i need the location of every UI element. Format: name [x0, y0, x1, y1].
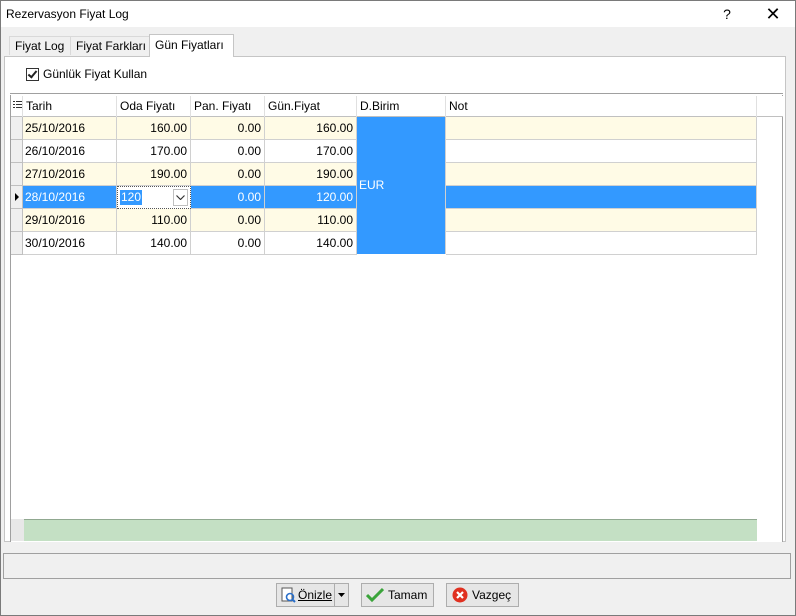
- editor-value[interactable]: 120: [120, 190, 143, 205]
- row-indicator[interactable]: [11, 186, 23, 209]
- current-row-arrow-icon: [15, 193, 19, 201]
- cell-gun[interactable]: 110.00: [265, 209, 357, 232]
- cell-pan[interactable]: 0.00: [191, 117, 265, 140]
- cell-not[interactable]: [446, 186, 757, 209]
- cell-oda[interactable]: 190.00: [117, 163, 191, 186]
- tab-fiyat-log[interactable]: Fiyat Log: [9, 36, 71, 55]
- cell-oda[interactable]: 140.00: [117, 232, 191, 255]
- cell-not[interactable]: [446, 163, 757, 186]
- preview-label: Önizle: [298, 588, 333, 602]
- header-pan-fiyati[interactable]: Pan. Fiyatı: [191, 96, 265, 117]
- cancel-icon: [452, 587, 468, 603]
- tab-gun-fiyatlari[interactable]: Gün Fiyatları: [149, 34, 234, 57]
- checkbox-label: Günlük Fiyat Kullan: [43, 67, 148, 81]
- row-indicator[interactable]: [11, 140, 23, 163]
- cell-oda[interactable]: 170.00: [117, 140, 191, 163]
- cell-not[interactable]: [446, 117, 757, 140]
- cell-oda[interactable]: 160.00: [117, 117, 191, 140]
- gunluk-fiyat-checkbox[interactable]: Günlük Fiyat Kullan: [26, 66, 147, 82]
- cell-tarih[interactable]: 28/10/2016: [23, 186, 117, 209]
- cell-pan[interactable]: 0.00: [191, 232, 265, 255]
- row-indicator[interactable]: [11, 232, 23, 255]
- cell-tarih[interactable]: 29/10/2016: [23, 209, 117, 232]
- cell-tarih[interactable]: 26/10/2016: [23, 140, 117, 163]
- cell-tarih[interactable]: 25/10/2016: [23, 117, 117, 140]
- cell-gun[interactable]: 140.00: [265, 232, 357, 255]
- header-not[interactable]: Not: [446, 96, 757, 117]
- dropdown-arrow-icon[interactable]: [334, 584, 348, 606]
- column-chooser-icon[interactable]: [11, 96, 23, 117]
- row-indicator[interactable]: [11, 163, 23, 186]
- cell-pan[interactable]: 0.00: [191, 163, 265, 186]
- cancel-label: Vazgeç: [472, 588, 512, 602]
- checkbox-checked-icon[interactable]: [26, 67, 39, 81]
- preview-icon: [281, 587, 296, 603]
- header-tarih[interactable]: Tarih: [23, 96, 117, 117]
- cell-pan[interactable]: 0.00: [191, 209, 265, 232]
- ok-label: Tamam: [388, 588, 428, 602]
- footer-indicator: [11, 519, 24, 541]
- grid-footer: [24, 519, 757, 541]
- chevron-down-icon[interactable]: [173, 189, 188, 206]
- header-d-birim[interactable]: D.Birim: [357, 96, 446, 117]
- tab-fiyat-farklari[interactable]: Fiyat Farkları: [70, 36, 150, 55]
- cell-gun[interactable]: 160.00: [265, 117, 357, 140]
- row-indicator[interactable]: [11, 209, 23, 232]
- cell-not[interactable]: [446, 209, 757, 232]
- cell-tarih[interactable]: 30/10/2016: [23, 232, 117, 255]
- cell-gun[interactable]: 170.00: [265, 140, 357, 163]
- separator: [10, 93, 783, 94]
- cancel-button[interactable]: Vazgeç: [446, 583, 519, 607]
- oda-fiyati-editor[interactable]: 120: [117, 186, 191, 209]
- checkmark-icon: [366, 587, 384, 603]
- header-gun-fiyat[interactable]: Gün.Fiyat: [265, 96, 357, 117]
- close-button[interactable]: ✕: [753, 1, 793, 27]
- help-button[interactable]: ?: [707, 1, 747, 27]
- cell-tarih[interactable]: 27/10/2016: [23, 163, 117, 186]
- status-bar: [3, 553, 791, 579]
- row-indicator[interactable]: [11, 117, 23, 140]
- cell-pan[interactable]: 0.00: [191, 140, 265, 163]
- cell-gun[interactable]: 190.00: [265, 163, 357, 186]
- currency-label: EUR: [359, 178, 385, 192]
- cell-gun[interactable]: 120.00: [265, 186, 357, 209]
- cell-not[interactable]: [446, 232, 757, 255]
- currency-cell[interactable]: EUR: [357, 117, 446, 254]
- ok-button[interactable]: Tamam: [361, 583, 434, 607]
- preview-button[interactable]: Önizle: [276, 583, 349, 607]
- cell-not[interactable]: [446, 140, 757, 163]
- cell-pan[interactable]: 0.00: [191, 186, 265, 209]
- title-bar: Rezervasyon Fiyat Log ? ✕: [1, 1, 795, 27]
- header-oda-fiyati[interactable]: Oda Fiyatı: [117, 96, 191, 117]
- cell-oda[interactable]: 110.00: [117, 209, 191, 232]
- window-title: Rezervasyon Fiyat Log: [6, 7, 129, 21]
